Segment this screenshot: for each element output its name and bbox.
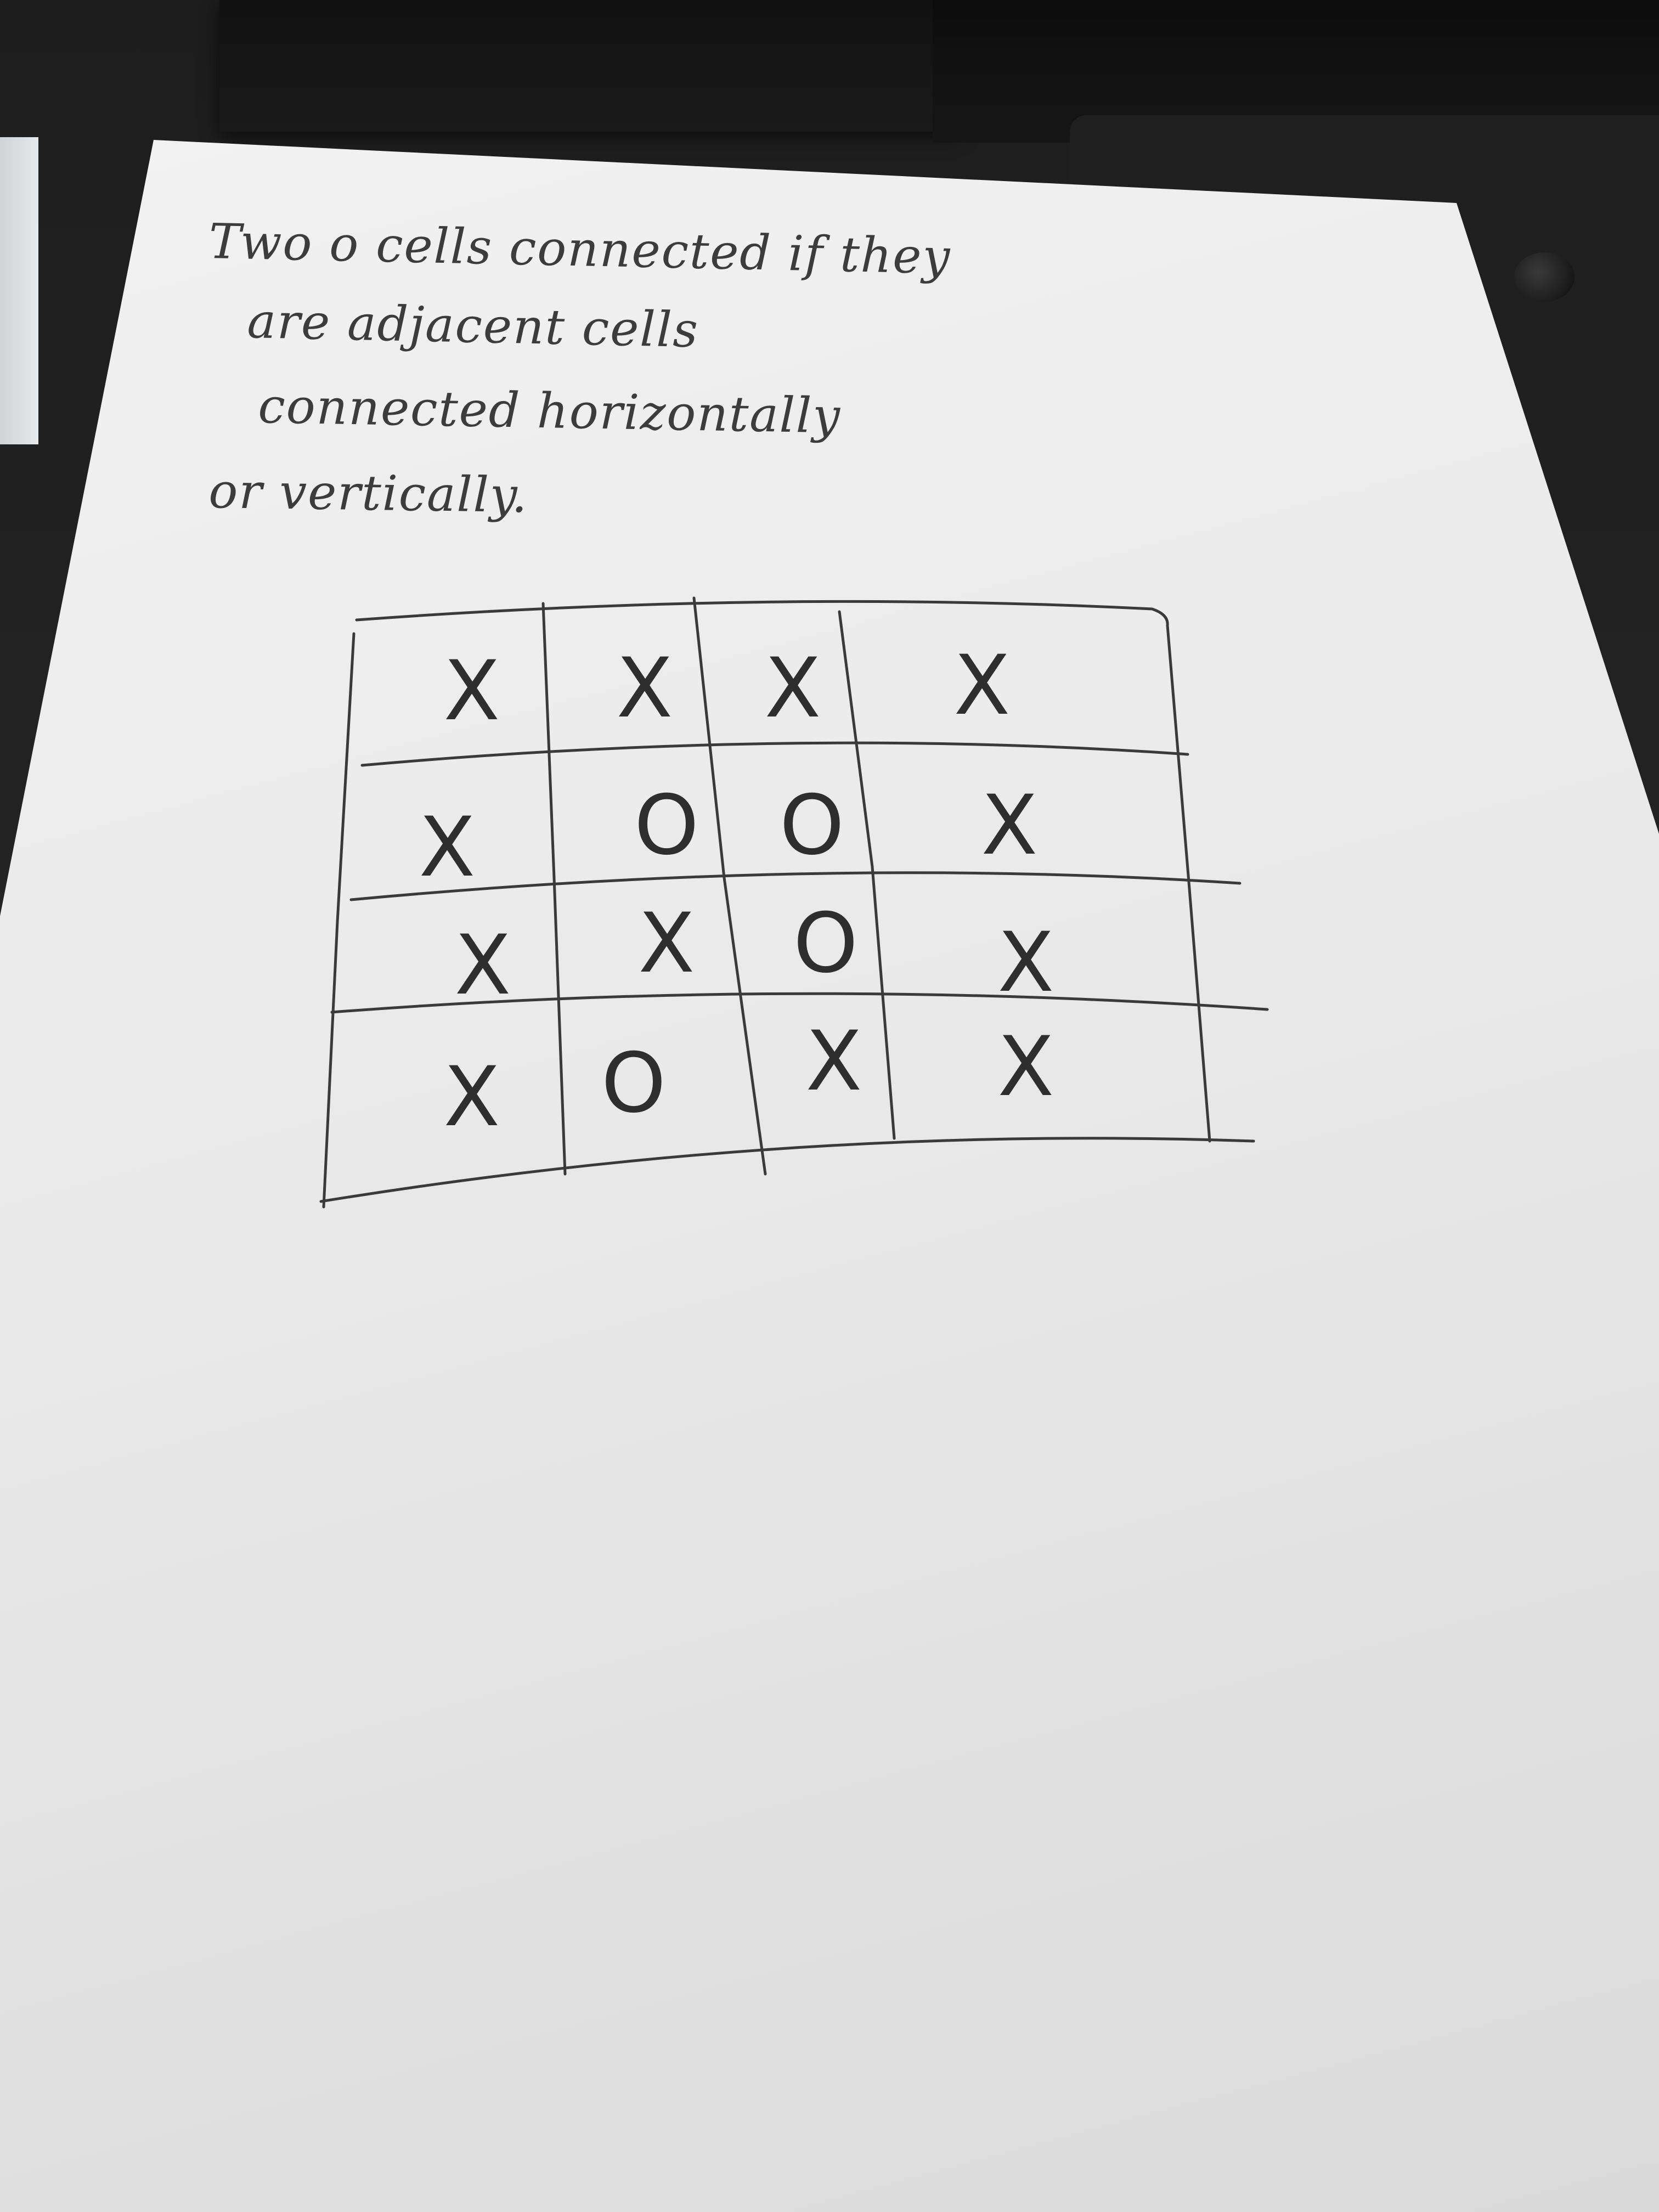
grid-cell-r4c4: X bbox=[998, 1019, 1054, 1115]
grid-cell-r1c3: X bbox=[765, 641, 821, 736]
grid-cell-r2c3: O bbox=[780, 778, 844, 873]
grid-cell-r3c1: X bbox=[455, 918, 511, 1013]
grid-cell-r2c2: O bbox=[634, 778, 699, 873]
grid-right-line bbox=[1166, 624, 1211, 1143]
grid-bottom-line bbox=[319, 1137, 1255, 1203]
grid-cell-r4c1: X bbox=[444, 1049, 500, 1145]
grid-top-line bbox=[355, 600, 1169, 627]
grid-cell-r2c4: X bbox=[981, 778, 1038, 873]
note-line-4: or vertically. bbox=[208, 462, 529, 523]
note-line-3: connected horizontally bbox=[258, 377, 842, 444]
note-line-2: are adjacent cells bbox=[247, 292, 699, 358]
grid-cell-r4c2: O bbox=[601, 1036, 666, 1131]
grid-cell-r3c2: X bbox=[639, 896, 695, 991]
grid-cell-r1c2: X bbox=[617, 641, 673, 736]
grid-cell-r1c1: X bbox=[444, 644, 500, 739]
grid-row-line bbox=[360, 741, 1189, 767]
handwriting-layer: Two o cells connected if they are adjace… bbox=[208, 213, 1269, 1209]
handwritten-note: Two o cells connected if they are adjace… bbox=[208, 213, 952, 523]
grid-left-line bbox=[322, 632, 356, 1209]
note-line-1: Two o cells connected if they bbox=[208, 213, 952, 285]
grid-cell-r3c3: O bbox=[793, 896, 858, 991]
photo-scene: Two o cells connected if they are adjace… bbox=[0, 0, 1659, 2212]
grid-cell-r4c3: X bbox=[806, 1014, 862, 1109]
grid-cell-r3c4: X bbox=[998, 915, 1054, 1011]
grid-cell-r1c4: X bbox=[954, 638, 1011, 733]
grid-col-line bbox=[541, 602, 567, 1176]
grid-col-line bbox=[692, 596, 767, 1176]
grid-cell-r2c1: X bbox=[419, 800, 476, 895]
